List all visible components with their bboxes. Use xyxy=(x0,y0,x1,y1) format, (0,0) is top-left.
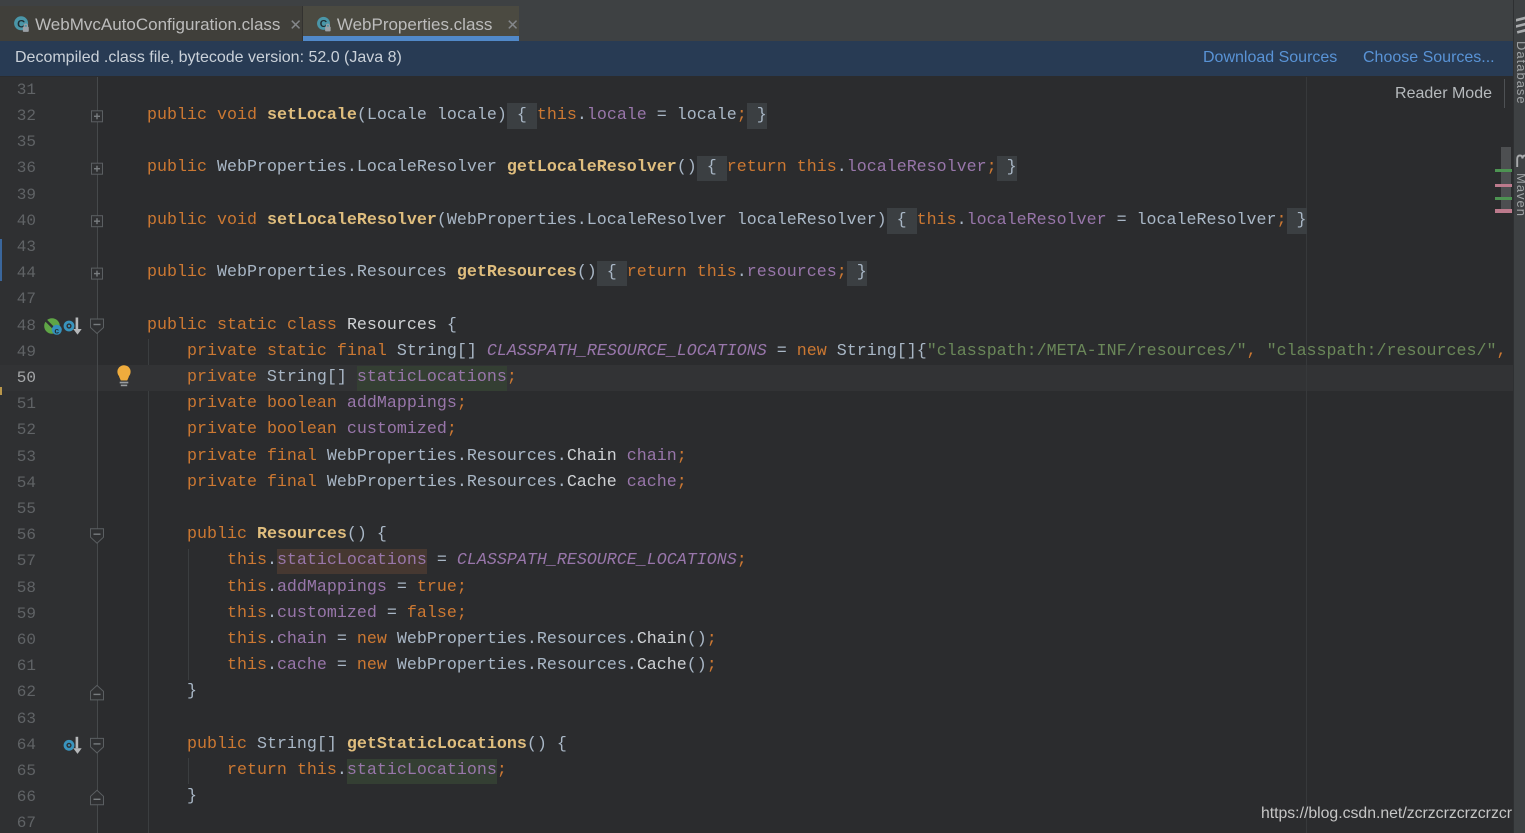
svg-text:c: c xyxy=(54,326,59,336)
